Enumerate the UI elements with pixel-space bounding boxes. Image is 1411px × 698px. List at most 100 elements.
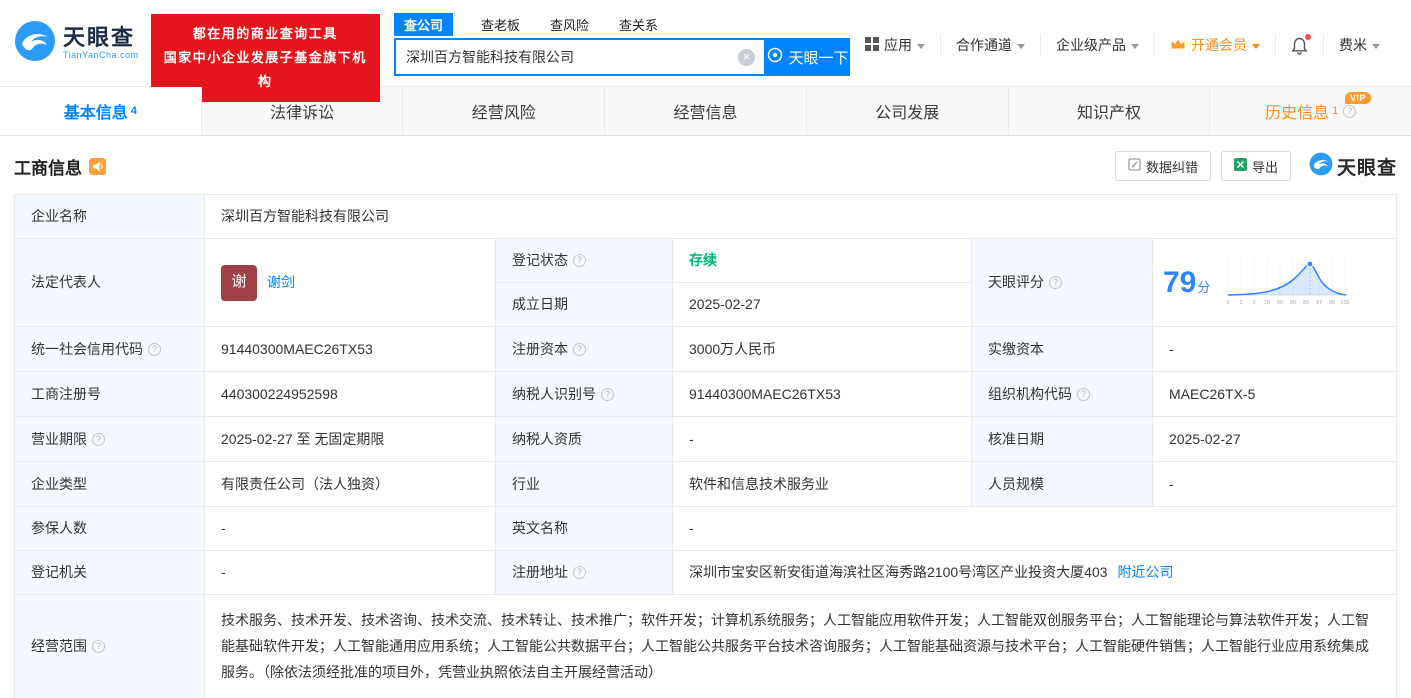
export-label: 导出 (1251, 159, 1278, 175)
svg-text:0: 0 (1227, 300, 1230, 306)
menu-apps-label: 应用 (884, 37, 912, 53)
announcement-icon (89, 157, 106, 175)
reg-capital-value: 3000万人民币 (673, 327, 972, 372)
edit-icon (1128, 158, 1141, 174)
est-date-label: 成立日期 (496, 283, 673, 327)
menu-vip[interactable]: 开通会员 (1154, 34, 1275, 56)
svg-text:80: 80 (1290, 300, 1296, 306)
tab-operation-risk[interactable]: 经营风险 (403, 87, 606, 135)
menu-enterprise[interactable]: 企业级产品 (1040, 34, 1154, 56)
promo-line-1: 都在用的商业查询工具 (192, 26, 338, 41)
info-icon[interactable]: ? (1343, 104, 1357, 118)
info-icon[interactable]: ? (92, 640, 105, 654)
vip-badge: VIP (1345, 92, 1372, 104)
info-icon[interactable]: ? (573, 566, 586, 579)
menu-partner[interactable]: 合作通道 (940, 34, 1040, 56)
industry-label: 行业 (496, 462, 673, 507)
menu-vip-label: 开通会员 (1191, 37, 1247, 53)
menu-apps[interactable]: 应用 (850, 34, 940, 56)
export-button[interactable]: 导出 (1220, 151, 1291, 181)
logo-name: 天眼查 (63, 25, 136, 51)
menu-user[interactable]: 费米 (1323, 34, 1395, 56)
svg-text:89: 89 (1303, 300, 1309, 306)
taxpayer-quality-label: 纳税人资质 (496, 417, 673, 462)
tianyancha-watermark: 天眼查 (1309, 152, 1397, 181)
info-icon[interactable]: ? (92, 432, 105, 446)
search-row: × 天眼一下 (394, 38, 850, 76)
company-type-label: 企业类型 (15, 462, 205, 507)
reg-number-value: 440300224952598 (205, 372, 496, 417)
chevron-down-icon (917, 43, 925, 49)
staff-size-label: 人员规模 (972, 462, 1153, 507)
tianyancha-watermark-text: 天眼查 (1336, 157, 1397, 179)
status-badge: 存续 (689, 252, 717, 268)
svg-text:3: 3 (1253, 300, 1256, 306)
tianyancha-logo-icon (14, 20, 56, 67)
tab-company-development[interactable]: 公司发展 (807, 87, 1009, 135)
score-label: 天眼评分 ? (972, 239, 1153, 327)
legal-rep-link[interactable]: 谢剑 (267, 272, 295, 293)
info-icon[interactable]: ? (601, 387, 614, 401)
search-input[interactable] (406, 49, 738, 65)
score-unit: 分 (1197, 279, 1211, 295)
tab-operation-info-label: 经营信息 (673, 105, 738, 122)
paid-capital-label: 实缴资本 (972, 327, 1153, 372)
notification-dot (1305, 33, 1311, 40)
tianyancha-logo[interactable]: 天眼查 TianYanCha.com (14, 20, 139, 67)
org-code-label: 组织机构代码 ? (972, 372, 1153, 417)
info-icon[interactable]: ? (148, 342, 161, 356)
section-actions: 数据纠错 导出 天眼查 (1114, 151, 1397, 181)
info-icon[interactable]: ? (573, 254, 586, 267)
menu-notifications[interactable] (1275, 33, 1323, 56)
info-icon[interactable]: ? (1077, 387, 1090, 401)
top-menu: 应用 合作通道 企业级产品 开通会员 费米 (850, 33, 1395, 56)
excel-icon (1233, 158, 1247, 174)
data-correction-button[interactable]: 数据纠错 (1114, 151, 1211, 181)
search-tab-relation[interactable]: 查关系 (617, 13, 660, 36)
info-icon[interactable]: ? (573, 342, 586, 356)
reg-authority-label: 登记机关 (15, 551, 205, 595)
tab-intellectual-property[interactable]: 知识产权 (1009, 87, 1211, 135)
svg-text:100: 100 (1341, 300, 1350, 306)
logo-domain: TianYanCha.com (63, 49, 139, 60)
search-box: × (394, 38, 766, 76)
staff-size-value: - (1153, 462, 1396, 507)
svg-text:97: 97 (1316, 300, 1322, 306)
tab-basic-info-label: 基本信息 (63, 105, 128, 122)
svg-text:1: 1 (1240, 300, 1243, 306)
search-area: 查公司 查老板 查风险 查关系 × 天眼一下 (394, 12, 850, 76)
search-button[interactable]: 天眼一下 (766, 38, 850, 76)
search-tab-boss[interactable]: 查老板 (479, 13, 522, 36)
reg-capital-label: 注册资本 ? (496, 327, 673, 372)
english-name-label: 英文名称 (496, 507, 673, 551)
insured-count-value: - (205, 507, 496, 551)
taxpayer-quality-value: - (673, 417, 972, 462)
business-term-label: 营业期限 ? (15, 417, 205, 462)
svg-text:50: 50 (1277, 300, 1283, 306)
credit-code-label: 统一社会信用代码 ? (15, 327, 205, 372)
tab-basic-info[interactable]: 基本信息 4 (0, 87, 202, 135)
search-tabs: 查公司 查老板 查风险 查关系 (394, 12, 850, 36)
score-value: 79分 0 1 3 15 50 80 89 97 99 100 (1153, 239, 1396, 327)
search-tab-company[interactable]: 查公司 (394, 12, 454, 36)
company-type-value: 有限责任公司（法人独资） (205, 462, 496, 507)
company-name-label: 企业名称 (15, 195, 205, 239)
tab-legal[interactable]: 法律诉讼 (202, 87, 404, 135)
taxpayer-id-label: 纳税人识别号 ? (496, 372, 673, 417)
score-curve-chart: 0 1 3 15 50 80 89 97 99 100 (1218, 251, 1358, 315)
chevron-down-icon (1017, 43, 1025, 49)
business-term-value: 2025-02-27 至 无固定期限 (205, 417, 496, 462)
tab-company-development-label: 公司发展 (875, 105, 940, 122)
clear-search-icon[interactable]: × (738, 48, 755, 66)
nearby-companies-link[interactable]: 附近公司 (1118, 562, 1174, 583)
menu-user-label: 费米 (1339, 37, 1367, 53)
info-icon[interactable]: ? (1049, 276, 1062, 289)
legal-rep-avatar[interactable]: 谢 (221, 264, 257, 301)
reg-authority-value: - (205, 551, 496, 595)
search-tab-risk[interactable]: 查风险 (548, 13, 591, 36)
taxpayer-id-value: 91440300MAEC26TX53 (673, 372, 972, 417)
tab-operation-info[interactable]: 经营信息 (605, 87, 807, 135)
tab-history[interactable]: VIP 历史信息 1 ? (1210, 87, 1411, 135)
section-title: 工商信息 (14, 158, 82, 178)
tab-history-label: 历史信息 (1265, 105, 1330, 122)
